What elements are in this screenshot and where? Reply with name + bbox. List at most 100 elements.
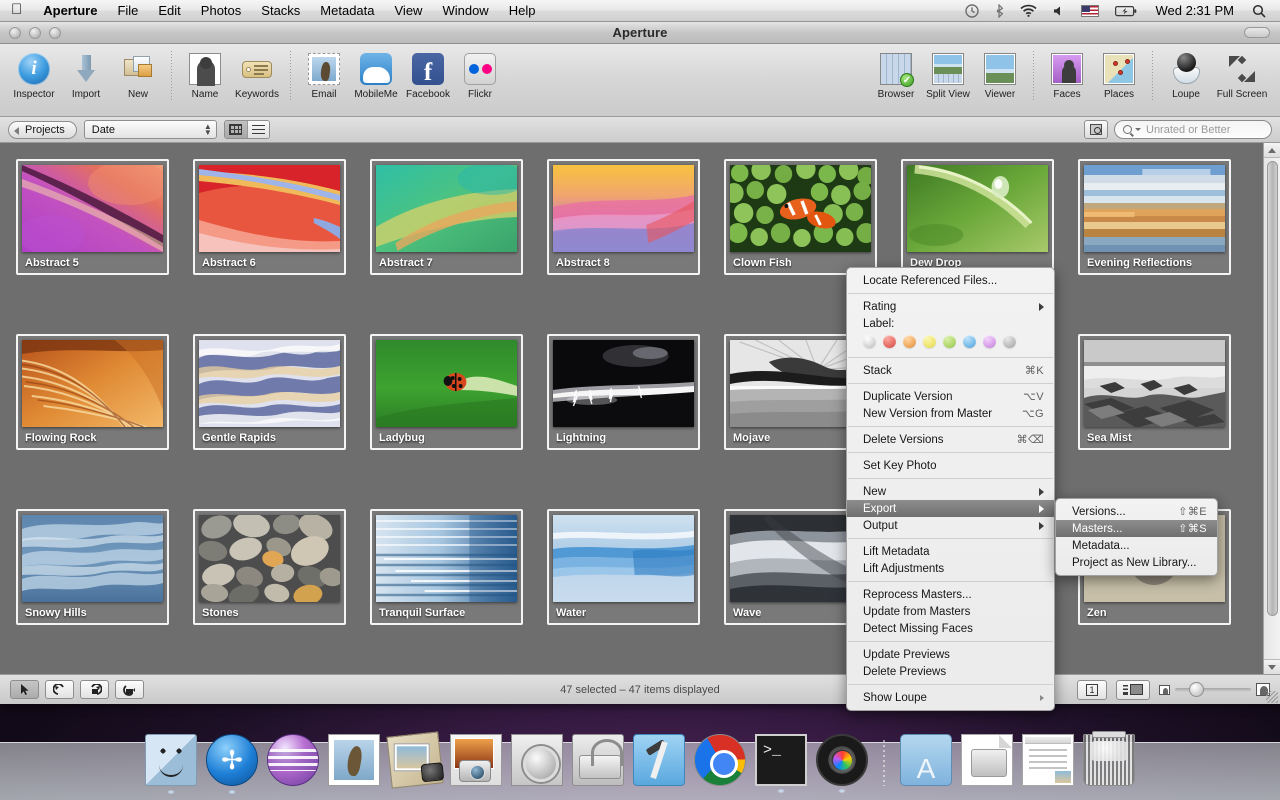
us-flag-icon[interactable]: [1073, 0, 1107, 22]
menu-help[interactable]: Help: [499, 0, 546, 22]
chrome-icon[interactable]: [694, 734, 746, 786]
photo-cell[interactable]: Abstract 7: [370, 159, 523, 275]
xcode-icon[interactable]: [633, 734, 685, 786]
menu-item-stack[interactable]: Stack ⌘K: [847, 362, 1054, 379]
label-color-none[interactable]: [863, 335, 876, 348]
toolbar-split-view-button[interactable]: Split View: [922, 49, 974, 100]
mail-icon[interactable]: [328, 734, 380, 786]
applications-folder-icon[interactable]: A: [900, 734, 952, 786]
toolbar-full-screen-button[interactable]: Full Screen: [1212, 49, 1272, 100]
menu-item-detect-missing-faces[interactable]: Detect Missing Faces: [847, 620, 1054, 637]
menu-item-locate-referenced-files[interactable]: Locate Referenced Files...: [847, 272, 1054, 289]
toolbar-viewer-button[interactable]: Viewer: [974, 49, 1026, 100]
terminal-icon[interactable]: [755, 734, 807, 793]
iphoto-icon[interactable]: [386, 731, 445, 789]
volume-icon[interactable]: [1045, 0, 1073, 22]
photo-cell[interactable]: Stones: [193, 509, 346, 625]
photo-cell[interactable]: Tranquil Surface: [370, 509, 523, 625]
photo-cell[interactable]: Dew Drop: [901, 159, 1054, 275]
submenu-item-metadata[interactable]: Metadata...: [1056, 537, 1217, 554]
toolbar-name-button[interactable]: Name: [179, 49, 231, 100]
app-store-icon[interactable]: ✢: [206, 734, 258, 794]
label-color-gray[interactable]: [1003, 335, 1016, 348]
window-resize-handle[interactable]: [1266, 691, 1278, 703]
menu-item-lift-adjustments[interactable]: Lift Adjustments: [847, 560, 1054, 577]
menu-item-update-from-masters[interactable]: Update from Masters: [847, 603, 1054, 620]
menu-item-set-key-photo[interactable]: Set Key Photo: [847, 457, 1054, 474]
menu-photos[interactable]: Photos: [191, 0, 251, 22]
menu-bar-clock[interactable]: Wed 2:31 PM: [1145, 3, 1244, 18]
list-view-button[interactable]: [246, 121, 269, 138]
submenu-item-project-as-new-library[interactable]: Project as New Library...: [1056, 554, 1217, 571]
toolbar-browser-button[interactable]: ✓ Browser: [870, 49, 922, 100]
spotlight-search-icon[interactable]: [1244, 0, 1274, 22]
submenu-item-versions[interactable]: Versions... ⇧⌘E: [1056, 503, 1217, 520]
photo-cell[interactable]: Snowy Hills: [16, 509, 169, 625]
menu-item-export[interactable]: Export: [847, 500, 1054, 517]
submenu-item-masters[interactable]: Masters... ⇧⌘S: [1056, 520, 1217, 537]
window-titlebar[interactable]: Aperture: [0, 22, 1280, 44]
label-color-blue[interactable]: [963, 335, 976, 348]
toolbar-import-button[interactable]: Import: [60, 49, 112, 100]
sort-popup-button[interactable]: Date ▲ ▼: [83, 120, 217, 139]
photo-cell[interactable]: Gentle Rapids: [193, 334, 346, 450]
photo-cell[interactable]: Ladybug: [370, 334, 523, 450]
photo-cell[interactable]: Clown Fish: [724, 159, 877, 275]
menu-metadata[interactable]: Metadata: [310, 0, 384, 22]
menu-item-reprocess-masters[interactable]: Reprocess Masters...: [847, 586, 1054, 603]
menu-item-new-version-from-master[interactable]: New Version from Master ⌥G: [847, 405, 1054, 422]
toolbar-facebook-button[interactable]: f Facebook: [402, 49, 454, 100]
menu-item-update-previews[interactable]: Update Previews: [847, 646, 1054, 663]
label-color-red[interactable]: [883, 335, 896, 348]
menu-item-new[interactable]: New: [847, 483, 1054, 500]
menu-item-delete-versions[interactable]: Delete Versions ⌘⌫: [847, 431, 1054, 448]
photo-cell[interactable]: Abstract 8: [547, 159, 700, 275]
label-color-green[interactable]: [943, 335, 956, 348]
grid-view-button[interactable]: [224, 121, 247, 138]
label-color-orange[interactable]: [903, 335, 916, 348]
toolbar-toggle-button[interactable]: [1244, 27, 1270, 38]
menu-stacks[interactable]: Stacks: [251, 0, 310, 22]
battery-icon[interactable]: [1107, 0, 1145, 22]
photo-cell[interactable]: Flowing Rock: [16, 334, 169, 450]
menu-item-show-loupe[interactable]: Show Loupe: [847, 689, 1054, 706]
trash-icon[interactable]: [1083, 731, 1135, 786]
projects-back-button[interactable]: Projects: [8, 120, 77, 139]
toolbar-places-button[interactable]: Places: [1093, 49, 1145, 100]
label-color-purple[interactable]: [983, 335, 996, 348]
menu-aperture[interactable]: Aperture: [33, 0, 107, 22]
apple-menu-icon[interactable]: : [0, 2, 33, 17]
toolbar-keywords-button[interactable]: Keywords: [231, 49, 283, 100]
wifi-icon[interactable]: [1012, 0, 1045, 22]
photo-cell[interactable]: Lightning: [547, 334, 700, 450]
toolbar-loupe-button[interactable]: Loupe: [1160, 49, 1212, 100]
photo-cell[interactable]: Abstract 5: [16, 159, 169, 275]
scroll-up-button[interactable]: [1264, 143, 1280, 158]
aperture-lens-icon[interactable]: [816, 734, 868, 793]
photo-cell[interactable]: Evening Reflections: [1078, 159, 1231, 275]
photo-cell[interactable]: Sea Mist: [1078, 334, 1231, 450]
menu-window[interactable]: Window: [432, 0, 498, 22]
toolbar-mobileme-button[interactable]: MobileMe: [350, 49, 402, 100]
toolbar-faces-button[interactable]: Faces: [1041, 49, 1093, 100]
slider-track[interactable]: [1175, 681, 1251, 697]
photo-cell[interactable]: Abstract 6: [193, 159, 346, 275]
time-machine-icon[interactable]: [957, 0, 987, 22]
toolbar-email-button[interactable]: Email: [298, 49, 350, 100]
search-input[interactable]: Unrated or Better: [1114, 120, 1272, 139]
slider-knob[interactable]: [1189, 681, 1204, 697]
menu-item-output[interactable]: Output: [847, 517, 1054, 534]
photo-cell[interactable]: Water: [547, 509, 700, 625]
aperture-photo-icon[interactable]: [450, 734, 502, 786]
menu-view[interactable]: View: [385, 0, 433, 22]
menu-item-duplicate-version[interactable]: Duplicate Version ⌥V: [847, 388, 1054, 405]
disk-image-icon[interactable]: [961, 734, 1013, 786]
safari-ball-icon[interactable]: [267, 734, 319, 786]
toolbar-inspector-button[interactable]: i Inspector: [8, 49, 60, 100]
menu-edit[interactable]: Edit: [148, 0, 190, 22]
bluetooth-icon[interactable]: [987, 0, 1012, 22]
finder-icon[interactable]: [145, 734, 197, 794]
toolbar-new-button[interactable]: New: [112, 49, 164, 100]
disk-utility-icon[interactable]: [572, 734, 624, 786]
system-preferences-icon[interactable]: [511, 734, 563, 786]
